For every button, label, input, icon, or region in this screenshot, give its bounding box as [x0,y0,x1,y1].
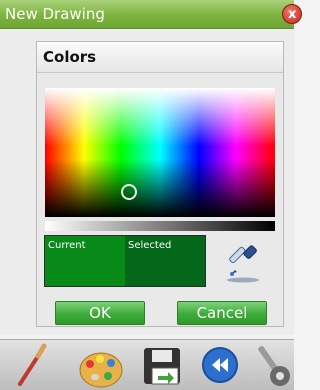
selected-color-swatch: Selected [125,236,205,286]
current-label: Current [48,240,86,251]
colors-panel: Colors Current Selected OK Cancel [36,41,284,327]
settings-icon[interactable] [252,340,294,390]
ok-button[interactable]: OK [55,301,145,325]
brush-icon[interactable] [12,340,52,390]
cancel-button[interactable]: Cancel [177,301,267,325]
window-title: New Drawing [5,5,105,23]
title-bar: New Drawing x [0,0,302,29]
color-spectrum[interactable] [45,88,275,217]
close-icon[interactable]: x [282,4,302,24]
current-color-swatch: Current [45,236,125,286]
selected-label: Selected [128,240,172,251]
eyedropper-icon[interactable] [223,240,265,284]
palette-icon[interactable] [76,340,126,390]
main-area: Colors Current Selected OK Cancel [0,30,294,335]
panel-title: Colors [37,42,283,73]
color-picker-ring[interactable] [121,184,137,200]
back-icon[interactable] [198,340,242,390]
save-icon[interactable] [142,340,184,390]
brightness-bar[interactable] [45,221,275,231]
bottom-toolbar [0,339,294,390]
